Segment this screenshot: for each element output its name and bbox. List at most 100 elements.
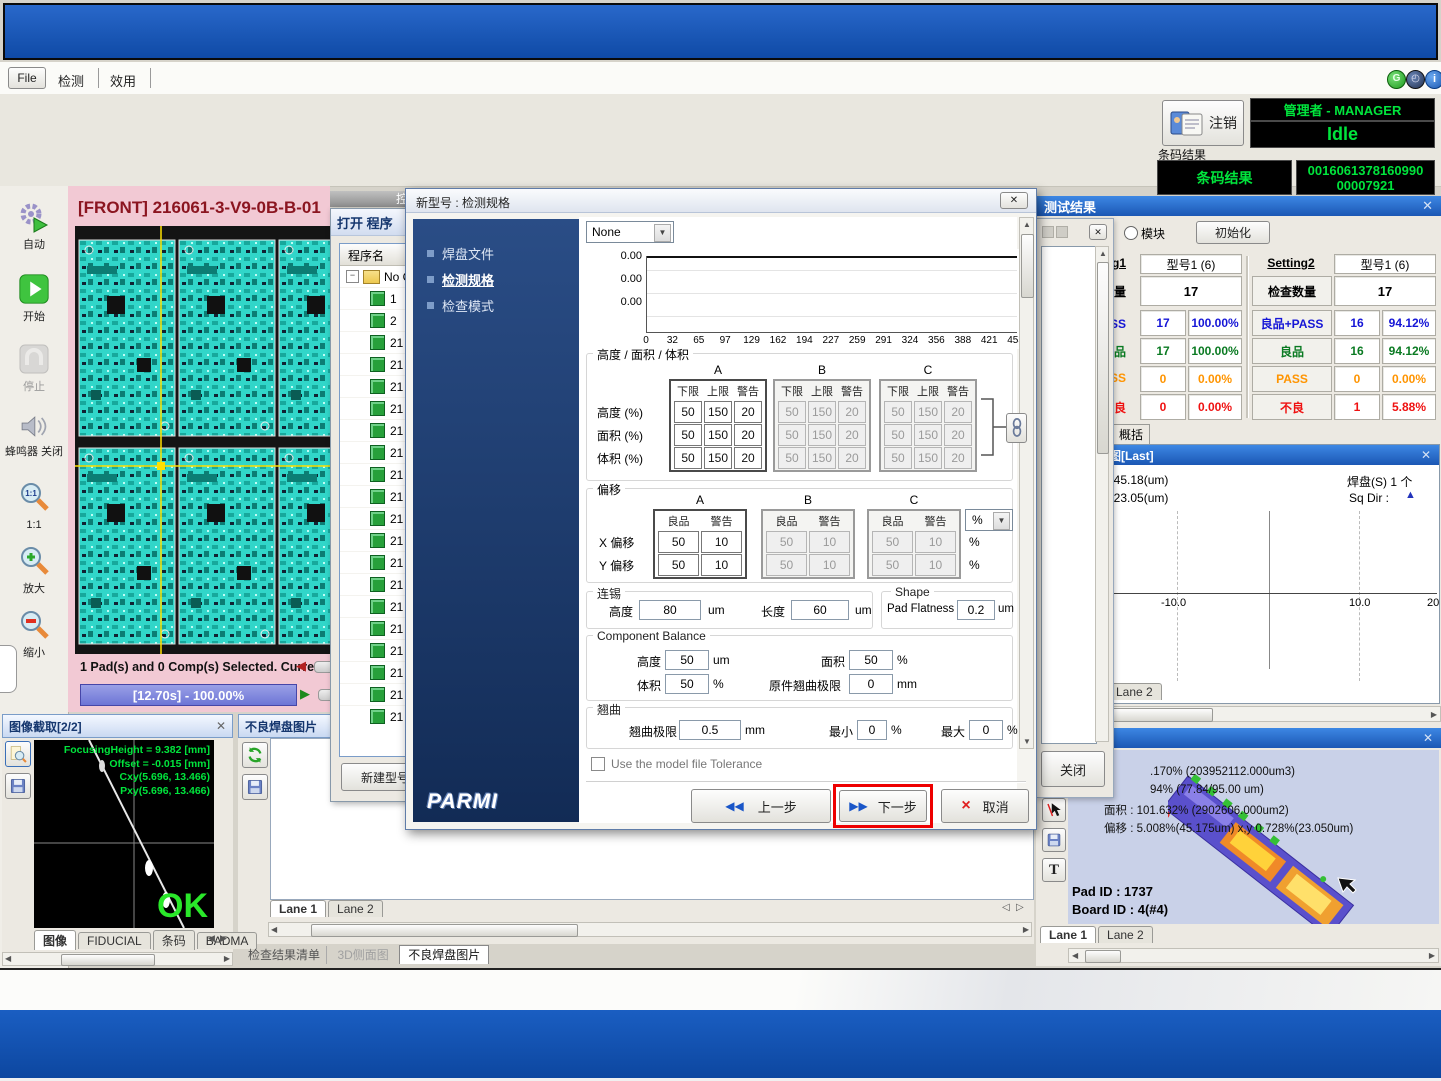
bridge-length-input[interactable]: 60 — [791, 600, 849, 620]
sidebar-tool-buzzer[interactable]: 蜂鸣器 关闭 — [0, 412, 68, 458]
scroll-right-icon[interactable]: ▶ — [224, 954, 230, 963]
pad-flatness-input[interactable]: 0.2 — [957, 600, 995, 620]
text-overlay-button[interactable]: T — [1042, 858, 1066, 882]
info-status-icon[interactable]: i — [1425, 70, 1441, 89]
pad-3d-content[interactable]: .170% (203952112.000um3) 94% (77.84/95.0… — [1068, 750, 1439, 924]
profile-select[interactable]: None ▼ — [586, 221, 674, 243]
scroll-left-icon[interactable]: ◀ — [5, 954, 11, 963]
dialog-nav-0[interactable]: 焊盘文件 — [427, 244, 579, 263]
offset-cell[interactable]: 10 — [701, 531, 742, 553]
scroll-down-icon[interactable]: ▼ — [1023, 737, 1031, 746]
offset-cell[interactable]: 50 — [658, 531, 699, 553]
tab-lane1[interactable]: Lane 1 — [1040, 926, 1096, 943]
scroll-right-icon[interactable]: ▶ — [1023, 925, 1029, 934]
link-tolerance-button[interactable] — [1006, 413, 1027, 443]
hav-cell[interactable]: 150 — [704, 424, 732, 446]
hav-cell[interactable]: 50 — [674, 424, 702, 446]
save-capture-button[interactable] — [5, 773, 31, 799]
tab-lane2[interactable]: Lane 2 — [1098, 926, 1153, 943]
close-icon[interactable]: ✕ — [1423, 731, 1433, 745]
measure-cursor-button[interactable] — [1042, 798, 1066, 822]
tab-scroll-left-icon[interactable]: ◀ — [208, 933, 215, 944]
bridge-height-input[interactable]: 80 — [639, 600, 701, 620]
scroll-up-icon[interactable]: ▲ — [1099, 249, 1107, 258]
scroll-thumb[interactable] — [1097, 262, 1109, 454]
tolerance-checkbox[interactable]: Use the model file Tolerance — [591, 757, 762, 771]
hav-cell[interactable]: 150 — [704, 447, 732, 469]
scroll-thumb[interactable] — [311, 924, 578, 937]
tab-image[interactable]: 图像 — [34, 930, 76, 950]
tab-lane2[interactable]: Lane 2 — [328, 900, 383, 917]
stat-header-Setting2[interactable]: Setting2 — [1252, 256, 1330, 270]
hav-cell[interactable]: 150 — [704, 401, 732, 423]
scroll-up-icon[interactable]: ▲ — [1023, 220, 1031, 229]
menu-file[interactable]: File — [8, 67, 46, 89]
scroll-thumb[interactable] — [61, 954, 155, 966]
tab-fiducial[interactable]: FIDUCIAL — [78, 932, 151, 949]
tab-bad-pad-images[interactable]: 不良焊盘图片 — [399, 945, 489, 964]
close-icon[interactable]: ✕ — [1089, 224, 1107, 240]
tab-scroll-right-icon[interactable]: ▷ — [1016, 902, 1024, 913]
scroll-left-icon[interactable]: ◀ — [1072, 951, 1078, 960]
module-radio[interactable] — [1124, 226, 1138, 240]
balance-area-input[interactable]: 50 — [849, 650, 893, 670]
green-status-icon[interactable]: G — [1387, 70, 1406, 89]
hav-cell[interactable]: 20 — [734, 401, 762, 423]
tab-3d-profile[interactable]: 3D侧面图 — [331, 946, 394, 964]
prev-board-icon[interactable]: ◀ — [296, 658, 306, 674]
initialize-button[interactable]: 初始化 — [1196, 221, 1270, 244]
tab-scroll-right-icon[interactable]: ▶ — [220, 933, 227, 944]
tree-collapse-icon[interactable]: − — [346, 270, 359, 283]
checkbox-box[interactable] — [591, 757, 605, 771]
inspect-image-button[interactable] — [5, 741, 31, 767]
horizontal-scrollbar[interactable]: ◀ ▶ — [1072, 706, 1441, 722]
scroll-thumb[interactable] — [1085, 950, 1121, 963]
warp-max-input[interactable]: 0 — [969, 720, 1003, 740]
logout-button[interactable]: 注销 — [1162, 100, 1244, 146]
pcb-image[interactable] — [75, 226, 330, 654]
balance-warp-input[interactable]: 0 — [849, 674, 893, 694]
tab-summary[interactable]: 概括 — [1112, 424, 1150, 445]
offset-unit-select[interactable]: %▼ — [965, 509, 1013, 531]
save-image-button[interactable] — [242, 774, 268, 800]
dialog-titlebar[interactable]: 新型号 : 检测规格 ✕ — [406, 189, 1036, 213]
horizontal-scrollbar[interactable]: ◀ ▶ — [268, 922, 1032, 937]
warp-min-input[interactable]: 0 — [857, 720, 887, 740]
balance-volume-input[interactable]: 50 — [665, 674, 709, 694]
tab-barcode[interactable]: 条码 — [153, 930, 195, 950]
scroll-right-icon[interactable]: ▶ — [1431, 710, 1437, 719]
close-icon[interactable]: ✕ — [1421, 448, 1431, 462]
vertical-scrollbar[interactable]: ▲ — [1095, 246, 1109, 742]
sidebar-tool-zoom-in[interactable]: 放大 — [0, 544, 68, 595]
hav-cell[interactable]: 50 — [674, 401, 702, 423]
horizontal-scrollbar[interactable]: ◀ ▶ — [1068, 948, 1439, 963]
offset-table-A[interactable]: 良品警告50105010 — [653, 509, 747, 579]
close-icon[interactable]: ✕ — [1422, 198, 1433, 214]
cancel-button[interactable]: × 取消 — [941, 789, 1029, 823]
hav-table-A[interactable]: 下限上限警告501502050150205015020 — [669, 379, 767, 472]
refresh-button[interactable] — [242, 742, 268, 768]
tab-lane1[interactable]: Lane 1 — [270, 900, 326, 917]
menu-utility[interactable]: 效用 — [110, 71, 136, 90]
hav-cell[interactable]: 20 — [734, 447, 762, 469]
offset-cell[interactable]: 50 — [658, 554, 699, 576]
dialog-close-button[interactable]: ✕ — [1000, 192, 1028, 209]
warp-limit-input[interactable]: 0.5 — [679, 720, 741, 740]
hav-cell[interactable]: 20 — [734, 424, 762, 446]
window-titlebar[interactable] — [3, 3, 1438, 60]
horizontal-scrollbar[interactable]: ◀ ▶ — [2, 952, 233, 966]
prev-step-button[interactable]: ◀◀ 上一步 — [691, 789, 831, 823]
balance-height-input[interactable]: 50 — [665, 650, 709, 670]
sidebar-tool-auto[interactable]: 自动 — [0, 200, 68, 251]
tab-result-list[interactable]: 检查结果清单 — [242, 946, 327, 964]
clock-status-icon[interactable]: ◴ — [1406, 70, 1425, 89]
scroll-left-icon[interactable]: ◀ — [271, 925, 277, 934]
scroll-right-icon[interactable]: ▶ — [1429, 951, 1435, 960]
dialog-nav-1[interactable]: 检测规格 — [427, 270, 579, 289]
dialog-nav-2[interactable]: 检查模式 — [427, 296, 579, 315]
next-board-icon[interactable]: ▶ — [300, 686, 310, 702]
dialog-vertical-scrollbar[interactable]: ▲ ▼ — [1019, 217, 1034, 749]
hav-cell[interactable]: 50 — [674, 447, 702, 469]
tab-lane2[interactable]: Lane 2 — [1107, 683, 1162, 700]
tab-scroll-left-icon[interactable]: ◁ — [1002, 902, 1010, 913]
